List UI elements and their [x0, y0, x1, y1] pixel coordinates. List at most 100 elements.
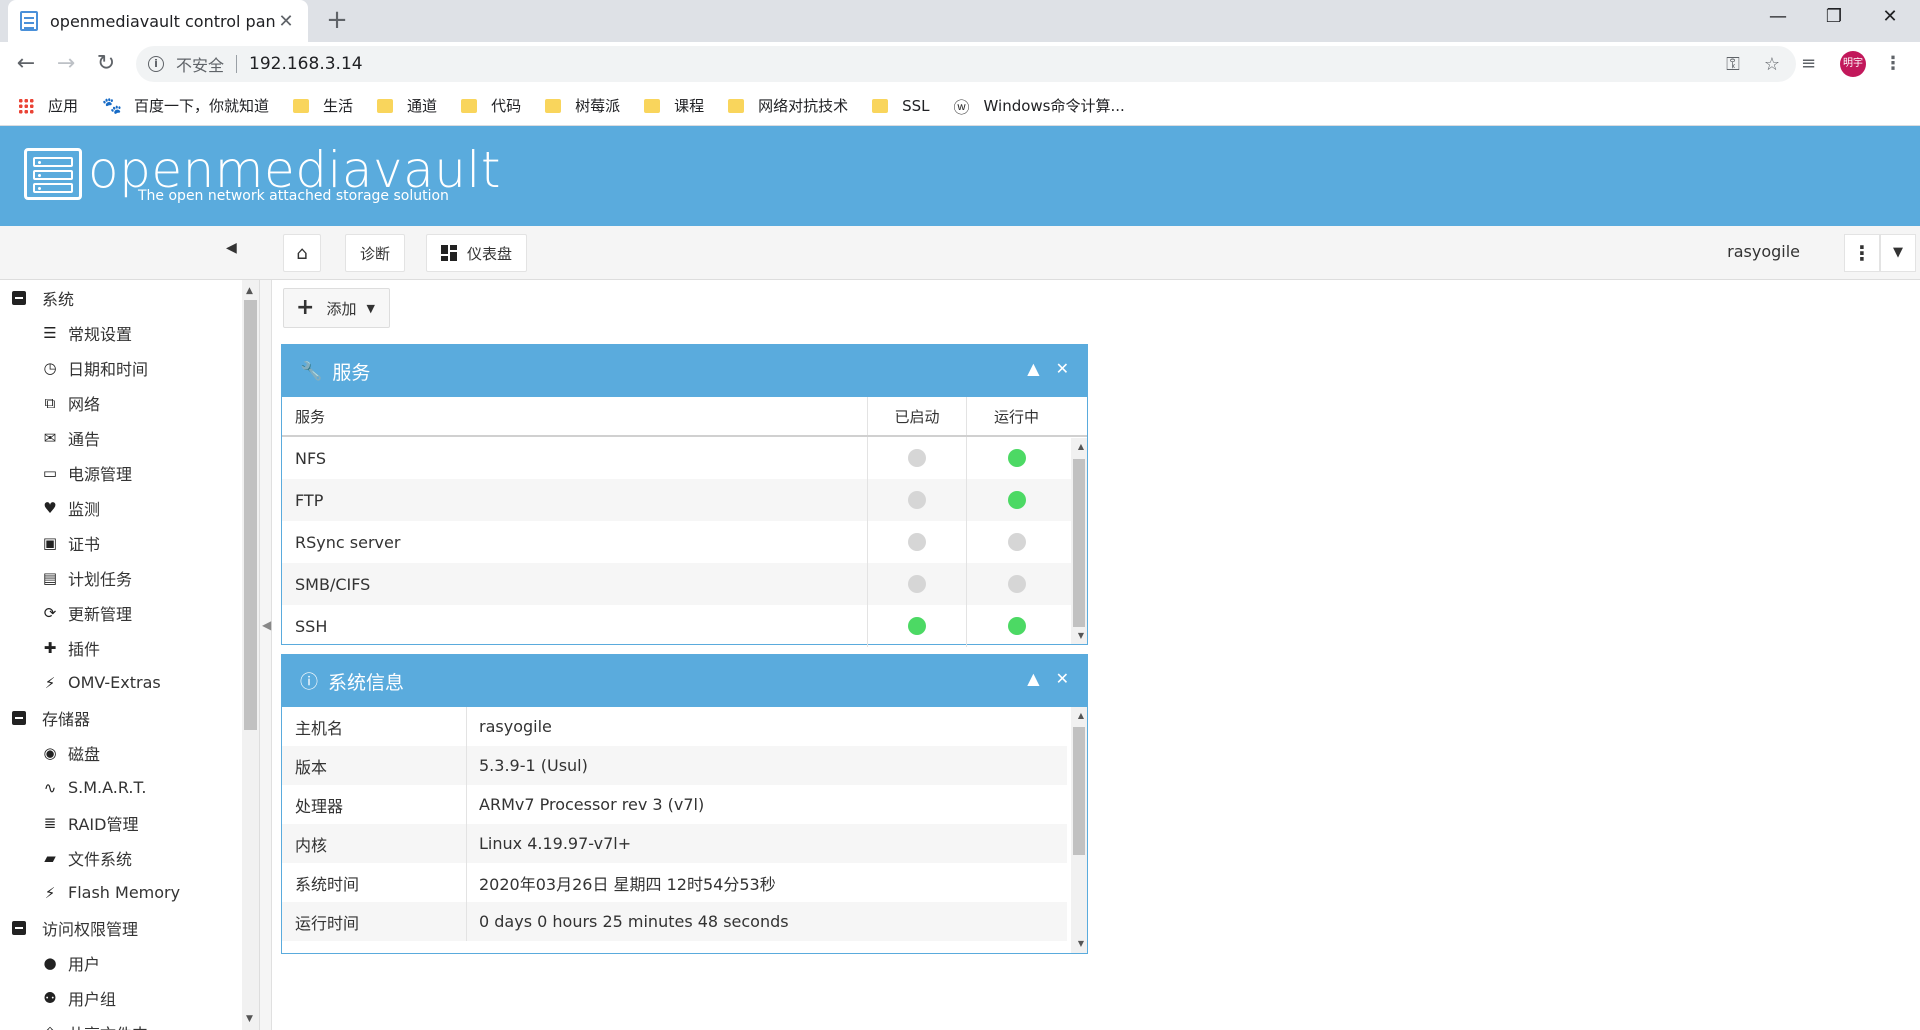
sidebar-item[interactable]: ⚡ OMV-Extras [0, 665, 240, 700]
close-tab-icon[interactable]: ✕ [276, 11, 296, 32]
sidebar-item[interactable]: ♥ 监测 [0, 490, 240, 525]
forward-icon[interactable]: → [50, 48, 82, 80]
column-header-service[interactable]: 服务 [282, 397, 868, 435]
table-row[interactable]: RSync server [282, 521, 1087, 563]
table-row[interactable]: FTP [282, 479, 1087, 521]
bookmark-label: 课程 [674, 97, 705, 115]
sidebar-item-label: 电源管理 [68, 464, 133, 484]
sidebar-item[interactable]: ◷ 日期和时间 [0, 350, 240, 385]
bookmark-item[interactable]: 通道 [377, 95, 437, 116]
sidebar-item[interactable]: ⟳ 更新管理 [0, 595, 240, 630]
scroll-up-icon[interactable]: ▲ [1078, 442, 1084, 451]
bookmark-label: SSL [902, 96, 930, 115]
scroll-up-icon[interactable]: ▲ [246, 286, 253, 296]
bookmark-item[interactable]: 代码 [461, 95, 521, 116]
collapse-group-icon[interactable] [12, 710, 26, 725]
collapse-sidebar-icon[interactable]: ◀ [226, 240, 237, 256]
certificate-icon: ▣ [42, 533, 58, 552]
breadcrumb-diagnostics[interactable]: 诊断 [345, 234, 406, 272]
bookmark-item[interactable]: 课程 [644, 95, 704, 116]
database-icon: ≣ [43, 813, 57, 832]
close-panel-icon[interactable]: ✕ [1056, 669, 1069, 688]
splitter-handle-icon[interactable]: ◀ [262, 618, 271, 632]
address-bar[interactable]: i 不安全 192.168.3.14 ⚿ ☆ [136, 46, 1796, 82]
running-status-dot [1007, 575, 1026, 593]
column-header-running[interactable]: 运行中 [967, 397, 1066, 435]
folder-icon [377, 98, 394, 113]
collapse-group-icon[interactable] [12, 290, 26, 305]
window-close-icon[interactable]: ✕ [1862, 0, 1918, 36]
sidebar-item[interactable]: ⚡ Flash Memory [0, 875, 240, 910]
reload-icon[interactable]: ↻ [90, 48, 122, 80]
breadcrumb-dashboard[interactable]: 仪表盘 [426, 234, 528, 272]
bookmark-item[interactable]: ⓦ Windows命令计算... [954, 94, 1125, 118]
sidebar-item[interactable]: ▰ 文件系统 [0, 840, 240, 875]
scroll-down-icon[interactable]: ▼ [246, 1014, 253, 1024]
sidebar-item[interactable]: ☰ 常规设置 [0, 315, 240, 350]
omv-favicon-icon [20, 11, 38, 31]
bookmark-star-icon[interactable]: ☆ [1764, 54, 1780, 75]
services-panel: 🔧 服务 ▲ ✕ 服务 已启动 运行中 NFS FTP RSync server SM… [281, 344, 1088, 647]
bookmark-item[interactable]: 树莓派 [545, 95, 620, 116]
table-row[interactable]: SSH [282, 605, 1087, 647]
sidebar-group[interactable]: 访问权限管理 [0, 910, 240, 945]
bookmark-item[interactable]: 🐾 百度一下，你就知道 [102, 95, 269, 116]
home-button[interactable]: ⌂ [283, 234, 321, 272]
collapse-panel-icon[interactable]: ▲ [1027, 359, 1039, 378]
folder-icon [644, 98, 661, 113]
sidebar-item[interactable]: ◉ 磁盘 [0, 735, 240, 770]
plug-icon: ⚡ [44, 673, 56, 692]
sidebar-item[interactable]: ≣ RAID管理 [0, 805, 240, 840]
sidebar-item[interactable]: ⧉ 网络 [0, 385, 240, 420]
back-icon[interactable]: ← [10, 48, 42, 80]
sidebar-item[interactable]: ✚ 插件 [0, 630, 240, 665]
add-widget-button[interactable]: + 添加 ▼ [283, 288, 390, 328]
sidebar-item[interactable]: ⚉ 用户组 [0, 980, 240, 1015]
key-icon[interactable]: ⚿ [1726, 54, 1740, 75]
collapse-panel-icon[interactable]: ▲ [1027, 669, 1039, 688]
info-value: 2020年03月26日 星期四 12时54分53秒 [479, 874, 776, 894]
profile-avatar[interactable]: 明宇 [1840, 51, 1866, 77]
sidebar-group[interactable]: 存储器 [0, 700, 240, 735]
bookmark-item[interactable]: 应用 [18, 95, 78, 116]
browser-menu-icon[interactable]: ⋮ [1884, 48, 1902, 80]
user-menu-kebab-icon[interactable]: ⋮ [1844, 234, 1880, 272]
sidebar-item-label: 常规设置 [68, 324, 133, 344]
bookmark-item[interactable]: 生活 [293, 95, 353, 116]
media-queue-icon[interactable]: ≡ [1801, 48, 1816, 80]
service-name: SSH [282, 605, 868, 647]
bookmark-item[interactable]: 网络对抗技术 [728, 95, 848, 116]
column-header-enabled[interactable]: 已启动 [868, 397, 967, 435]
sidebar-item[interactable]: ▤ 计划任务 [0, 560, 240, 595]
browser-tab[interactable]: openmediavault control panel ✕ [8, 0, 308, 42]
scroll-down-icon[interactable]: ▼ [1078, 631, 1084, 640]
scroll-up-icon[interactable]: ▲ [1078, 711, 1084, 720]
close-panel-icon[interactable]: ✕ [1056, 359, 1069, 378]
sidebar-item[interactable]: ⇪ 共享文件夹 [0, 1015, 240, 1030]
sidebar-group[interactable]: 系统 [0, 280, 240, 315]
url-text[interactable]: 192.168.3.14 [249, 54, 363, 74]
sidebar-item[interactable]: ● 用户 [0, 945, 240, 980]
sidebar-item-label: 磁盘 [68, 744, 101, 764]
sidebar-splitter[interactable] [260, 280, 272, 1030]
services-scrollbar-thumb[interactable] [1073, 459, 1085, 627]
restore-icon[interactable]: ❐ [1806, 0, 1862, 36]
plus-icon: + [296, 295, 315, 320]
site-info-icon[interactable]: i [148, 56, 164, 72]
bookmark-item[interactable]: SSL [872, 96, 930, 115]
new-tab-button[interactable]: + [322, 6, 352, 36]
sidebar-item[interactable]: ✉ 通告 [0, 420, 240, 455]
sidebar-item[interactable]: ▣ 证书 [0, 525, 240, 560]
sidebar-item[interactable]: ▭ 电源管理 [0, 455, 240, 490]
scroll-down-icon[interactable]: ▼ [1078, 939, 1084, 948]
sidebar-scrollbar-thumb[interactable] [244, 300, 257, 730]
system-info-scrollbar-thumb[interactable] [1073, 727, 1085, 855]
user-menu-dropdown-icon[interactable]: ▼ [1880, 234, 1916, 272]
table-row[interactable]: SMB/CIFS [282, 563, 1087, 605]
collapse-group-icon[interactable] [12, 920, 26, 935]
info-circle-icon: ⓘ [300, 672, 318, 693]
minimize-icon[interactable]: — [1750, 0, 1806, 36]
users-icon: ⚉ [43, 988, 57, 1007]
sidebar-item[interactable]: ∿ S.M.A.R.T. [0, 770, 240, 805]
table-row[interactable]: NFS [282, 437, 1087, 479]
